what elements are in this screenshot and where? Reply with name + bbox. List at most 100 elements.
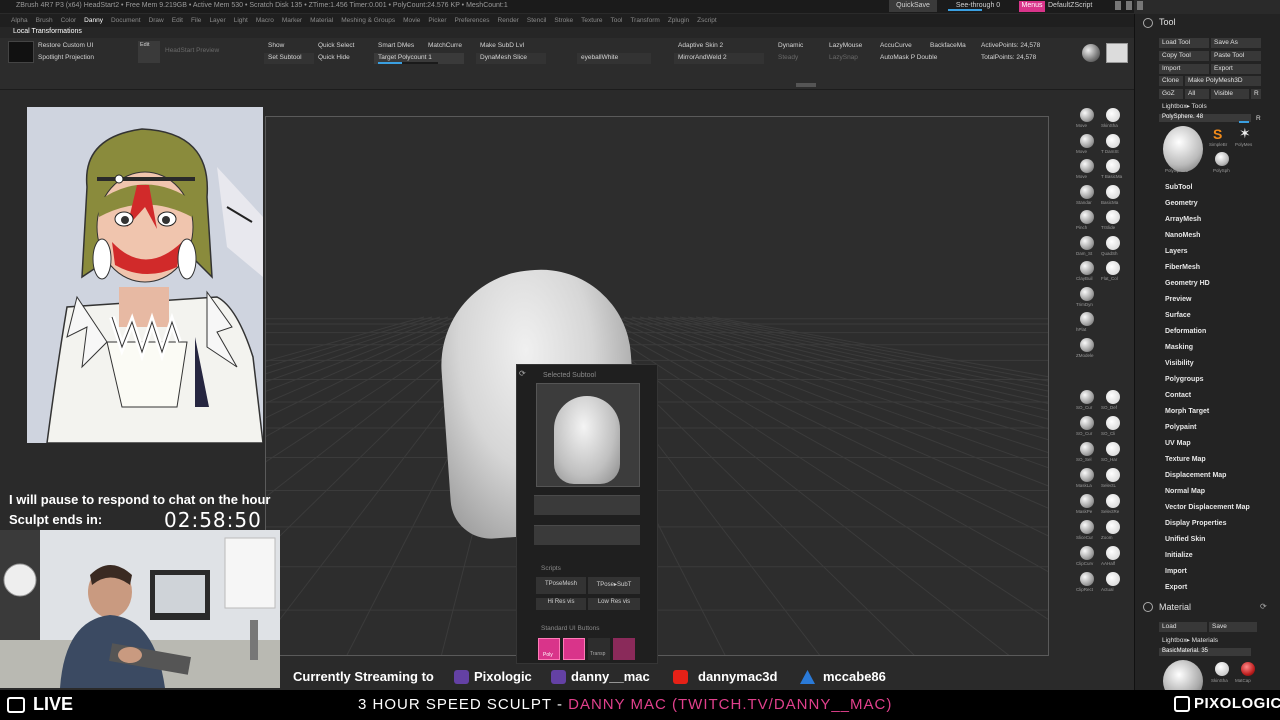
menu-item[interactable]: Transform [630,17,659,24]
goz-visible-button[interactable]: Visible [1211,89,1249,99]
tool-section-item[interactable]: SubTool [1165,184,1250,200]
brush-thumb[interactable] [1080,235,1094,250]
tool-section-item[interactable]: Polypaint [1165,424,1250,440]
tool-section-item[interactable]: Displacement Map [1165,472,1250,488]
menu-item[interactable]: Stencil [527,17,547,24]
menu-item[interactable]: File [191,17,201,24]
brush-thumb[interactable] [1080,286,1094,301]
load-tool-button[interactable]: Load Tool [1159,38,1209,48]
eyeball-white-button[interactable]: eyeballWhite [577,53,651,64]
tool-section-item[interactable]: ArrayMesh [1165,216,1250,232]
tool-section-item[interactable]: Unified Skin [1165,536,1250,552]
brush-thumb[interactable] [1080,312,1094,326]
material-load-button[interactable]: Load [1159,622,1207,632]
tool-section-item[interactable]: Morph Target [1165,408,1250,424]
see-through-slider[interactable]: See-through 0 [944,0,1012,12]
tool-section-item[interactable]: Geometry [1165,200,1250,216]
menu-item[interactable]: Color [61,17,77,24]
low-res-vis-button[interactable]: Low Res vis [588,598,640,610]
restore-custom-ui-button[interactable]: Restore Custom UI [34,41,130,52]
tool-section-item[interactable]: Deformation [1165,328,1250,344]
quick-hide-button[interactable]: Quick Hide [314,53,368,64]
brush-thumb[interactable] [1080,520,1094,534]
export-tool-button[interactable]: Export [1211,64,1261,74]
current-material-slider[interactable]: BasicMaterial. 35 [1159,648,1251,656]
brush-thumb[interactable] [1106,468,1120,482]
tool-section-item[interactable]: Geometry HD [1165,280,1250,296]
tool-section-item[interactable]: Visibility [1165,360,1250,376]
current-tool-slider[interactable]: PolySphere. 48 [1159,114,1251,122]
menu-item[interactable]: Tool [611,17,623,24]
minimize-icon[interactable] [1126,1,1132,10]
help-icon[interactable] [1115,1,1121,10]
brush-thumb[interactable] [1080,442,1094,456]
tool-section-item[interactable]: Export [1165,584,1250,600]
brush-thumb[interactable] [1106,159,1120,173]
automask-p-double-button[interactable]: AutoMask P Double [876,53,958,64]
brush-thumb[interactable] [1106,133,1120,148]
subtool-slot-1[interactable] [534,495,640,515]
brush-thumb[interactable] [1106,572,1120,586]
polyframe-button[interactable]: Poly [538,638,560,660]
brush-thumb[interactable] [1080,572,1094,586]
paste-tool-button[interactable]: Paste Tool [1211,51,1261,61]
menu-item[interactable]: Light [234,17,248,24]
shelf-grip[interactable] [796,83,816,87]
brush-thumb[interactable] [1080,108,1094,122]
make-subd-lvl-button[interactable]: Make SubD Lvl [476,41,544,52]
tool-section-item[interactable]: Layers [1165,248,1250,264]
brush-thumb[interactable] [1106,261,1120,275]
tool-section-item[interactable]: Texture Map [1165,456,1250,472]
tool-section-item[interactable]: UV Map [1165,440,1250,456]
brush-thumb[interactable] [1080,133,1094,148]
tool-section-item[interactable]: Initialize [1165,552,1250,568]
popup-refresh-icon[interactable]: ⟳ [519,369,526,378]
solo-button[interactable] [563,638,585,660]
palette-toggle-icon[interactable] [1143,18,1153,28]
lightbox-tools-button[interactable]: Lightbox▸ Tools [1159,101,1239,111]
tool-section-item[interactable]: Preview [1165,296,1250,312]
tool-section-item[interactable]: Masking [1165,344,1250,360]
menu-item[interactable]: Texture [581,17,602,24]
menu-item[interactable]: Draw [149,17,164,24]
show-button[interactable]: Show [264,41,310,52]
spotlight-projection-button[interactable]: Spotlight Projection [34,53,130,64]
brush-thumb[interactable] [1106,390,1120,404]
brush-thumb[interactable] [1106,416,1120,430]
set-subtool-button[interactable]: Set Subtool [264,53,314,64]
goz-button[interactable]: GoZ [1159,89,1183,99]
simplebrush-thumb-icon[interactable]: S [1213,126,1227,142]
goz-r-button[interactable]: R [1251,89,1261,99]
menu-item[interactable]: Picker [428,17,446,24]
brush-thumb[interactable] [1106,520,1120,534]
brush-thumb[interactable] [1080,337,1094,352]
menu-item[interactable]: Danny [84,17,103,24]
dynamesh-slice-button[interactable]: DynaMesh Slice [476,53,546,64]
lazymouse-button[interactable]: LazyMouse [825,41,875,52]
brush-thumb[interactable] [1080,494,1094,508]
backface-mask-button[interactable]: BackfaceMa [926,41,980,52]
brush-thumb[interactable] [1080,390,1094,404]
quick-select-button[interactable]: Quick Select [314,41,368,52]
goz-all-button[interactable]: All [1185,89,1209,99]
subtool-slot-2[interactable] [534,525,640,545]
default-zscript-button[interactable]: DefaultZScript [1048,0,1092,9]
menu-item[interactable]: Zscript [697,17,717,24]
lazysnap-button[interactable]: LazySnap [825,53,875,64]
menu-item[interactable]: Edit [172,17,183,24]
brush-thumb[interactable] [1106,108,1120,122]
tool-section-item[interactable]: NanoMesh [1165,232,1250,248]
material-save-button[interactable]: Save [1209,622,1257,632]
menu-item[interactable]: Marker [282,17,302,24]
tool-section-item[interactable]: Vector Displacement Map [1165,504,1250,520]
brush-thumb[interactable] [1080,468,1094,482]
tool-section-item[interactable]: Polygroups [1165,376,1250,392]
material-palette-icon[interactable] [1143,602,1153,612]
brush-thumb[interactable] [1106,442,1120,456]
tool-section-item[interactable]: Surface [1165,312,1250,328]
subtool-thumbnail[interactable] [536,383,640,487]
menus-button[interactable]: Menus [1019,1,1045,12]
polysphere-small-thumb[interactable] [1215,152,1229,166]
tool-section-item[interactable]: Display Properties [1165,520,1250,536]
import-tool-button[interactable]: Import [1159,64,1209,74]
